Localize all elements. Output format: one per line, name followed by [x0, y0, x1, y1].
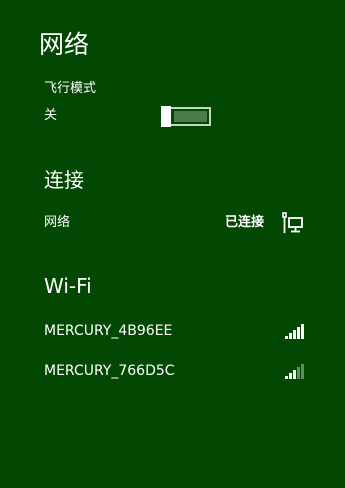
connection-status: 已连接 [225, 215, 265, 230]
wifi-ssid: MERCURY_766D5C [44, 363, 175, 379]
wifi-network-item[interactable]: MERCURY_766D5C [0, 356, 345, 386]
signal-bar [301, 364, 304, 379]
signal-bar [301, 324, 304, 339]
signal-bar [297, 327, 300, 339]
signal-bar [297, 367, 300, 379]
signal-bar [285, 376, 288, 379]
wifi-heading: Wi-Fi [44, 274, 92, 298]
airplane-mode-state: 关 [44, 108, 58, 123]
airplane-mode-toggle[interactable] [161, 106, 211, 127]
signal-bar [289, 333, 292, 339]
wifi-network-item[interactable]: MERCURY_4B96EE [0, 316, 345, 346]
signal-bar [289, 373, 292, 379]
signal-bar [293, 370, 296, 379]
signal-bar [285, 336, 288, 339]
panel-title: 网络 [39, 30, 90, 59]
wifi-ssid: MERCURY_4B96EE [44, 323, 173, 339]
network-label: 网络 [44, 215, 71, 230]
toggle-thumb[interactable] [161, 106, 171, 127]
toggle-track-fill [174, 111, 207, 122]
wifi-signal-icon [285, 321, 305, 339]
wired-connection-row[interactable]: 网络 已连接 [0, 209, 345, 237]
wifi-signal-icon [285, 361, 305, 379]
wired-network-icon [282, 212, 303, 233]
airplane-mode-label: 飞行模式 [44, 81, 97, 96]
connections-heading: 连接 [44, 168, 84, 192]
signal-bar [293, 330, 296, 339]
